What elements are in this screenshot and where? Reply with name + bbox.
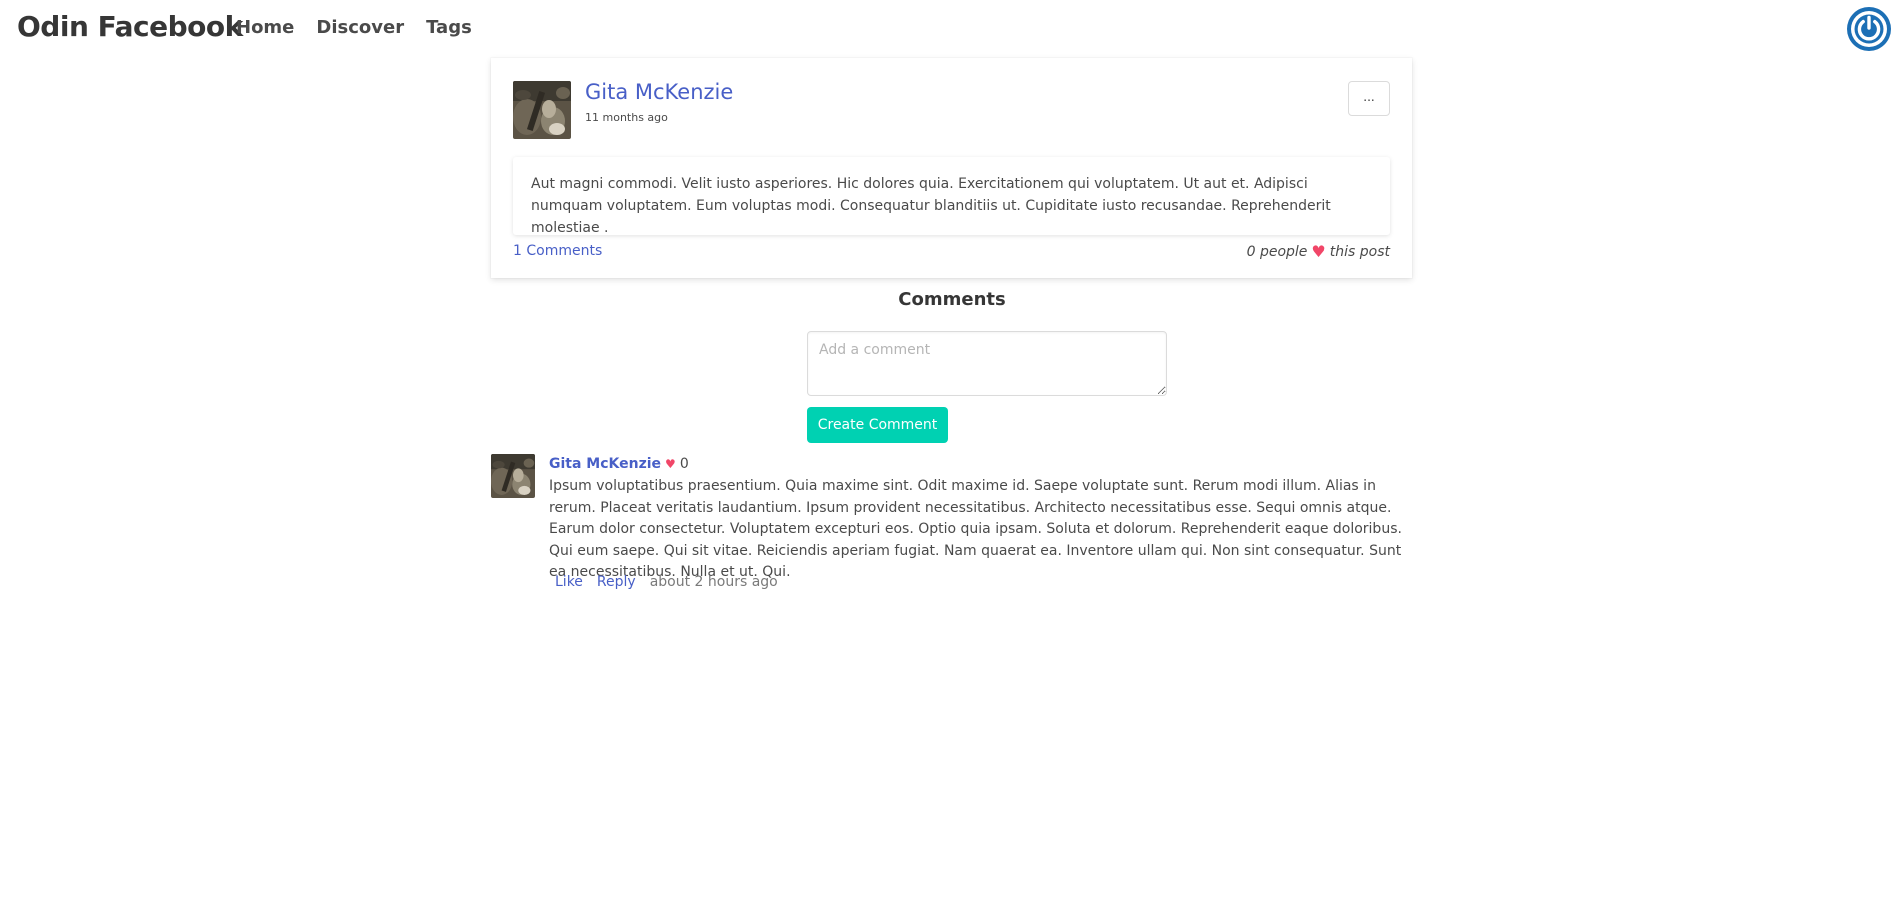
comment-author-name[interactable]: Gita McKenzie: [549, 456, 661, 472]
post-timestamp: 11 months ago: [585, 111, 668, 124]
comment-like-count: 0: [679, 456, 689, 472]
nav-links: Home Discover Tags: [236, 17, 494, 38]
create-comment-button[interactable]: Create Comment: [807, 407, 948, 443]
post-author-name[interactable]: Gita McKenzie: [585, 80, 733, 104]
comment-header: Gita McKenzie ♥ 0: [549, 456, 689, 472]
brand-logo[interactable]: Odin Facebook: [17, 10, 243, 43]
heart-icon[interactable]: ♥: [1311, 244, 1325, 260]
post-author-avatar[interactable]: [513, 81, 571, 139]
power-icon: [1847, 7, 1891, 51]
comments-count-link[interactable]: 1 Comments: [513, 243, 602, 259]
comment-like-button[interactable]: Like: [555, 574, 583, 590]
nav-link-home[interactable]: Home: [236, 17, 294, 38]
likes-suffix-text: this post: [1329, 244, 1390, 260]
heart-icon[interactable]: ♥: [665, 457, 676, 471]
nav-link-tags[interactable]: Tags: [426, 17, 472, 38]
post-body: Aut magni commodi. Velit iusto asperiore…: [513, 157, 1390, 236]
comment-input[interactable]: [807, 331, 1167, 396]
post-likes: 0 people ♥ this post: [1246, 244, 1390, 261]
avatar-image: [491, 454, 535, 498]
comments-heading: Comments: [0, 289, 1904, 310]
comments-heading-text: Comments: [898, 289, 1006, 310]
post-options-button[interactable]: ...: [1348, 81, 1390, 116]
comment-author-avatar[interactable]: [491, 454, 535, 498]
comment-text: Ipsum voluptatibus praesentium. Quia max…: [549, 478, 1402, 580]
logout-button[interactable]: [1846, 6, 1892, 52]
nav-link-discover[interactable]: Discover: [316, 17, 404, 38]
likes-count-text: 0 people: [1246, 244, 1308, 260]
avatar-image: [513, 81, 571, 139]
comment-reply-button[interactable]: Reply: [597, 574, 636, 590]
top-navbar: Odin Facebook Home Discover Tags: [0, 0, 1904, 58]
post-card: Gita McKenzie 11 months ago ... Aut magn…: [491, 58, 1412, 278]
comment-timestamp: about 2 hours ago: [649, 574, 778, 590]
comment-actions: Like Reply about 2 hours ago: [555, 574, 778, 590]
